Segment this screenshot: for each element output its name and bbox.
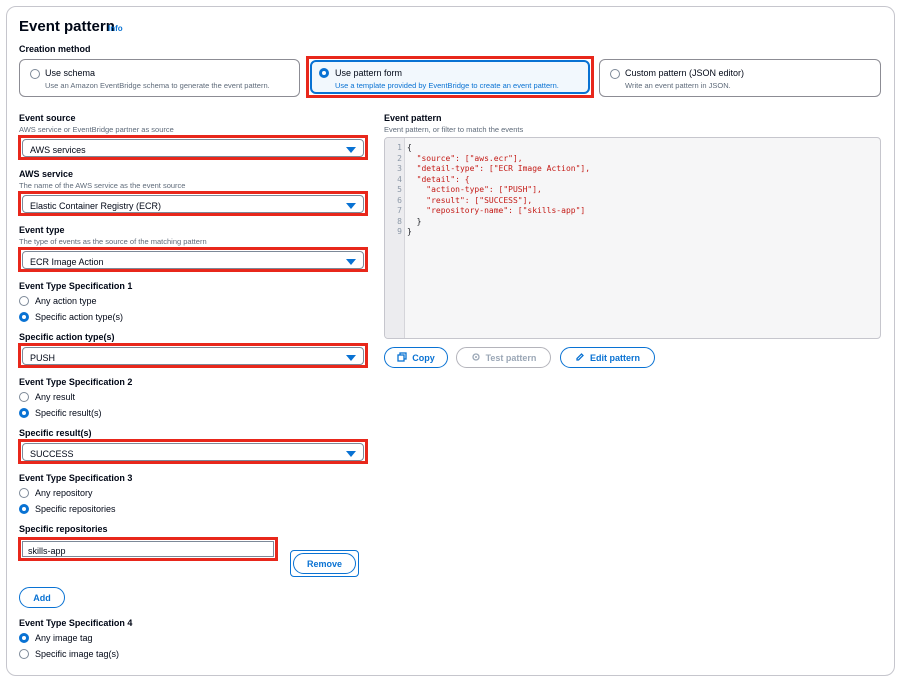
radio-use-pattern-form[interactable]: [319, 68, 329, 78]
code-line: }: [407, 227, 412, 236]
caret-down-icon: [346, 451, 356, 457]
code-line: "repository-name": ["skills-app"]: [407, 206, 586, 215]
option-specific-image-tags[interactable]: Specific image tag(s): [35, 649, 119, 659]
results-select[interactable]: SUCCESS: [22, 443, 364, 461]
tile-desc: Use an Amazon EventBridge schema to gene…: [45, 81, 270, 90]
event-source-select[interactable]: AWS services: [22, 139, 364, 157]
radio-specific-image-tags[interactable]: [19, 649, 29, 659]
select-value: ECR Image Action: [30, 257, 104, 267]
section-title: Event pattern: [19, 18, 115, 35]
add-button[interactable]: Add: [19, 587, 65, 608]
event-pattern-desc: Event pattern, or filter to match the ev…: [384, 125, 524, 134]
radio-any-result[interactable]: [19, 392, 29, 402]
edit-pattern-button[interactable]: Edit pattern: [560, 347, 655, 368]
tile-name: Custom pattern (JSON editor): [625, 68, 745, 78]
option-specific-repositories[interactable]: Specific repositories: [35, 504, 116, 514]
line-number: 3: [397, 164, 402, 173]
radio-specific-results[interactable]: [19, 408, 29, 418]
remove-button-label: Remove: [306, 558, 342, 569]
tile-use-schema[interactable]: Use schema Use an Amazon EventBridge sch…: [19, 59, 300, 97]
select-value: Elastic Container Registry (ECR): [30, 201, 162, 211]
code-line: "detail-type": ["ECR Image Action"],: [407, 164, 591, 173]
line-number: 6: [397, 195, 402, 205]
event-pattern-panel: [6, 6, 895, 676]
option-specific-action-types[interactable]: Specific action type(s): [35, 312, 123, 322]
caret-down-icon: [346, 259, 356, 265]
select-value: PUSH: [30, 353, 56, 363]
event-source-label: Event source: [19, 113, 76, 123]
test-pattern-button[interactable]: Test pattern: [456, 347, 551, 368]
event-source-desc: AWS service or EventBridge partner as so…: [19, 125, 174, 134]
line-number: 1: [397, 143, 402, 152]
edit-icon: [575, 352, 585, 364]
code-line: "source": ["aws.ecr"],: [407, 153, 523, 163]
aws-service-select[interactable]: Elastic Container Registry (ECR): [22, 195, 364, 213]
radio-any-repository[interactable]: [19, 488, 29, 498]
tile-desc: Use a template provided by EventBridge t…: [335, 81, 559, 90]
line-number: 9: [397, 227, 402, 236]
select-value: AWS services: [30, 145, 86, 155]
spec3-label: Event Type Specification 3: [19, 473, 133, 483]
info-link[interactable]: Info: [108, 24, 123, 33]
caret-down-icon: [346, 355, 356, 361]
code-line: {: [407, 143, 412, 152]
radio-specific-repositories[interactable]: [19, 504, 29, 514]
line-number: 4: [397, 174, 402, 184]
aws-service-label: AWS service: [19, 169, 74, 179]
edit-pattern-button-label: Edit pattern: [589, 352, 640, 363]
code-line: }: [407, 216, 422, 226]
add-button-label: Add: [33, 592, 51, 603]
option-any-repository[interactable]: Any repository: [35, 488, 93, 498]
line-number: 7: [397, 206, 402, 215]
code-line: "detail": {: [407, 174, 470, 184]
code-line: "action-type": ["PUSH"],: [407, 185, 542, 194]
spec1-label: Event Type Specification 1: [19, 281, 133, 291]
repos-label: Specific repositories: [19, 524, 108, 534]
gear-icon: [471, 352, 481, 364]
caret-down-icon: [346, 147, 356, 153]
tile-use-pattern-form[interactable]: Use pattern form Use a template provided…: [310, 60, 590, 94]
radio-use-schema[interactable]: [30, 69, 40, 79]
line-number: 8: [397, 216, 402, 226]
tile-name: Use schema: [45, 68, 96, 78]
action-types-select[interactable]: PUSH: [22, 347, 364, 365]
copy-button[interactable]: Copy: [384, 347, 448, 368]
line-number: 5: [397, 185, 402, 194]
tile-custom-pattern[interactable]: Custom pattern (JSON editor) Write an ev…: [599, 59, 881, 97]
creation-method-label: Creation method: [19, 44, 91, 54]
radio-any-action-type[interactable]: [19, 296, 29, 306]
option-any-image-tag[interactable]: Any image tag: [35, 633, 93, 643]
event-pattern-code-editor[interactable]: 1 2 3 4 5 6 7 8 9 { "source": ["aws.ecr"…: [384, 137, 881, 339]
spec4-label: Event Type Specification 4: [19, 618, 133, 628]
copy-button-label: Copy: [412, 352, 435, 363]
radio-specific-action-types[interactable]: [19, 312, 29, 322]
option-any-action-type[interactable]: Any action type: [35, 296, 97, 306]
tile-name: Use pattern form: [335, 68, 403, 78]
option-any-result[interactable]: Any result: [35, 392, 75, 402]
tile-desc: Write an event pattern in JSON.: [625, 81, 731, 90]
line-number: 2: [397, 153, 402, 163]
code-line: "result": ["SUCCESS"],: [407, 195, 533, 205]
event-type-label: Event type: [19, 225, 65, 235]
results-label: Specific result(s): [19, 428, 92, 438]
event-type-desc: The type of events as the source of the …: [19, 237, 207, 246]
radio-any-image-tag[interactable]: [19, 633, 29, 643]
copy-icon: [397, 351, 407, 364]
select-value: SUCCESS: [30, 449, 74, 459]
option-specific-results[interactable]: Specific result(s): [35, 408, 102, 418]
spec2-label: Event Type Specification 2: [19, 377, 133, 387]
radio-custom-pattern[interactable]: [610, 69, 620, 79]
remove-button[interactable]: Remove: [293, 553, 356, 574]
repository-name-field[interactable]: [28, 545, 268, 557]
test-pattern-button-label: Test pattern: [485, 352, 537, 363]
action-types-label: Specific action type(s): [19, 332, 115, 342]
aws-service-desc: The name of the AWS service as the event…: [19, 181, 186, 190]
event-pattern-label: Event pattern: [384, 113, 442, 123]
event-type-select[interactable]: ECR Image Action: [22, 251, 364, 269]
repository-input[interactable]: [22, 541, 274, 557]
caret-down-icon: [346, 203, 356, 209]
